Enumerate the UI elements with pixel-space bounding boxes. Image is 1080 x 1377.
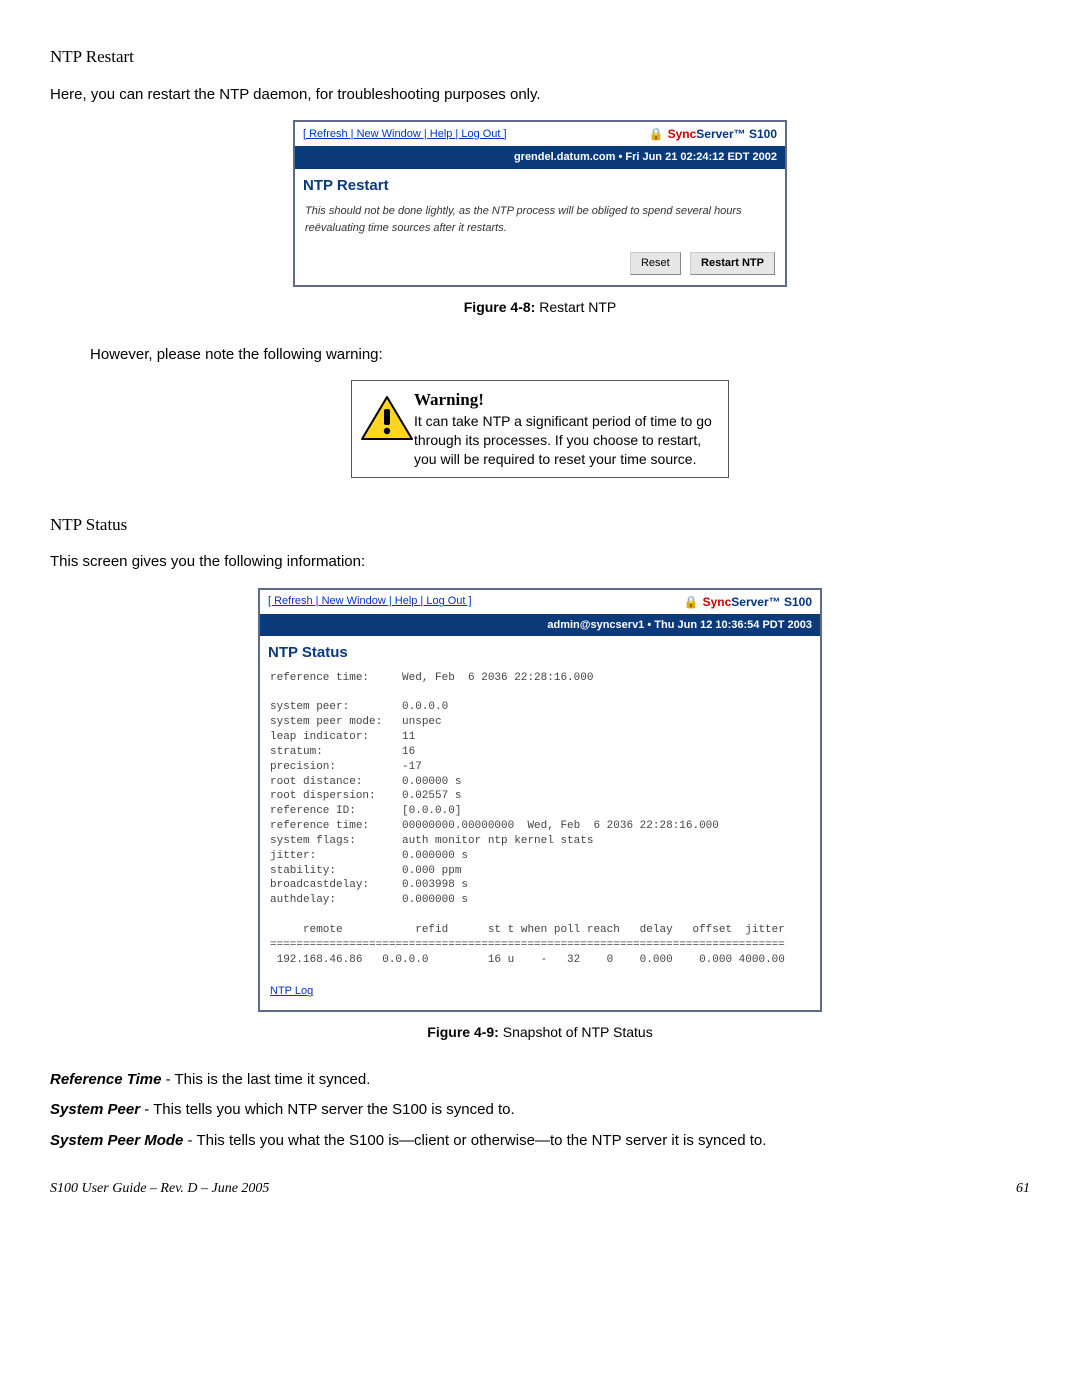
screenshot-links: [ Refresh | New Window | Help | Log Out …	[303, 126, 507, 143]
ntp-log-link[interactable]: NTP Log	[270, 985, 313, 997]
screenshot-links-text[interactable]: [ Refresh | New Window | Help | Log Out …	[303, 128, 507, 140]
screenshot-links-text[interactable]: [ Refresh | New Window | Help | Log Out …	[268, 595, 472, 607]
brand: 🔒 SyncServer™ S100	[684, 593, 812, 611]
warning-box: Warning! It can take NTP a significant p…	[351, 380, 729, 478]
brand-model: S100	[749, 127, 777, 141]
heading-ntp-restart: NTP Restart	[50, 44, 1030, 70]
lock-icon: 🔒	[684, 595, 699, 609]
def-sys-peer-mode-text: - This tells you what the S100 is—client…	[183, 1132, 766, 1149]
def-sys-peer-mode-label: System Peer Mode	[50, 1132, 183, 1149]
brand-sync: Sync	[668, 127, 697, 141]
panel-title: NTP Restart	[295, 169, 785, 200]
restart-ntp-button[interactable]: Restart NTP	[690, 252, 775, 275]
figure-4-8-caption: Figure 4-8: Restart NTP	[50, 297, 1030, 318]
figure-4-8-text: Restart NTP	[539, 299, 616, 315]
definition-system-peer: System Peer - This tells you which NTP s…	[50, 1099, 1030, 1122]
figure-4-9-text: Snapshot of NTP Status	[503, 1024, 653, 1040]
page-footer: S100 User Guide – Rev. D – June 2005 61	[50, 1178, 1030, 1199]
brand-model: S100	[784, 595, 812, 609]
restart-intro: Here, you can restart the NTP daemon, fo…	[50, 84, 1030, 107]
status-bar: admin@syncserv1 • Thu Jun 12 10:36:54 PD…	[260, 614, 820, 637]
def-sys-peer-text: - This tells you which NTP server the S1…	[140, 1101, 515, 1118]
footer-page-number: 61	[1016, 1178, 1030, 1199]
warning-body: It can take NTP a significant period of …	[414, 412, 720, 469]
definition-reference-time: Reference Time - This is the last time i…	[50, 1069, 1030, 1092]
brand: 🔒 SyncServer™ S100	[649, 125, 777, 143]
heading-ntp-status: NTP Status	[50, 512, 1030, 538]
panel-title: NTP Status	[260, 636, 820, 667]
warning-triangle-icon	[360, 395, 414, 443]
screenshot-links: [ Refresh | New Window | Help | Log Out …	[268, 593, 472, 610]
definition-system-peer-mode: System Peer Mode - This tells you what t…	[50, 1130, 1030, 1153]
figure-4-9-caption: Figure 4-9: Snapshot of NTP Status	[50, 1022, 1030, 1043]
figure-4-8-prefix: Figure 4-8:	[464, 299, 539, 315]
brand-server: Server™	[731, 595, 784, 609]
warning-title: Warning!	[414, 389, 720, 412]
figure-4-9-prefix: Figure 4-9:	[427, 1024, 502, 1040]
brand-sync: Sync	[703, 595, 732, 609]
def-sys-peer-label: System Peer	[50, 1101, 140, 1118]
status-monospace-block: reference time: Wed, Feb 6 2036 22:28:16…	[270, 671, 810, 968]
reset-button[interactable]: Reset	[630, 252, 681, 275]
footer-left: S100 User Guide – Rev. D – June 2005	[50, 1178, 269, 1199]
restart-note: This should not be done lightly, as the …	[295, 199, 785, 246]
brand-server: Server™	[696, 127, 749, 141]
status-intro: This screen gives you the following info…	[50, 551, 1030, 574]
screenshot-ntp-status: [ Refresh | New Window | Help | Log Out …	[258, 588, 822, 1012]
def-ref-time-text: - This is the last time it synced.	[161, 1071, 370, 1088]
screenshot-ntp-restart: [ Refresh | New Window | Help | Log Out …	[293, 120, 787, 287]
def-ref-time-label: Reference Time	[50, 1071, 161, 1088]
status-bar: grendel.datum.com • Fri Jun 21 02:24:12 …	[295, 146, 785, 169]
lock-icon: 🔒	[649, 127, 664, 141]
warning-intro: However, please note the following warni…	[90, 344, 1030, 367]
